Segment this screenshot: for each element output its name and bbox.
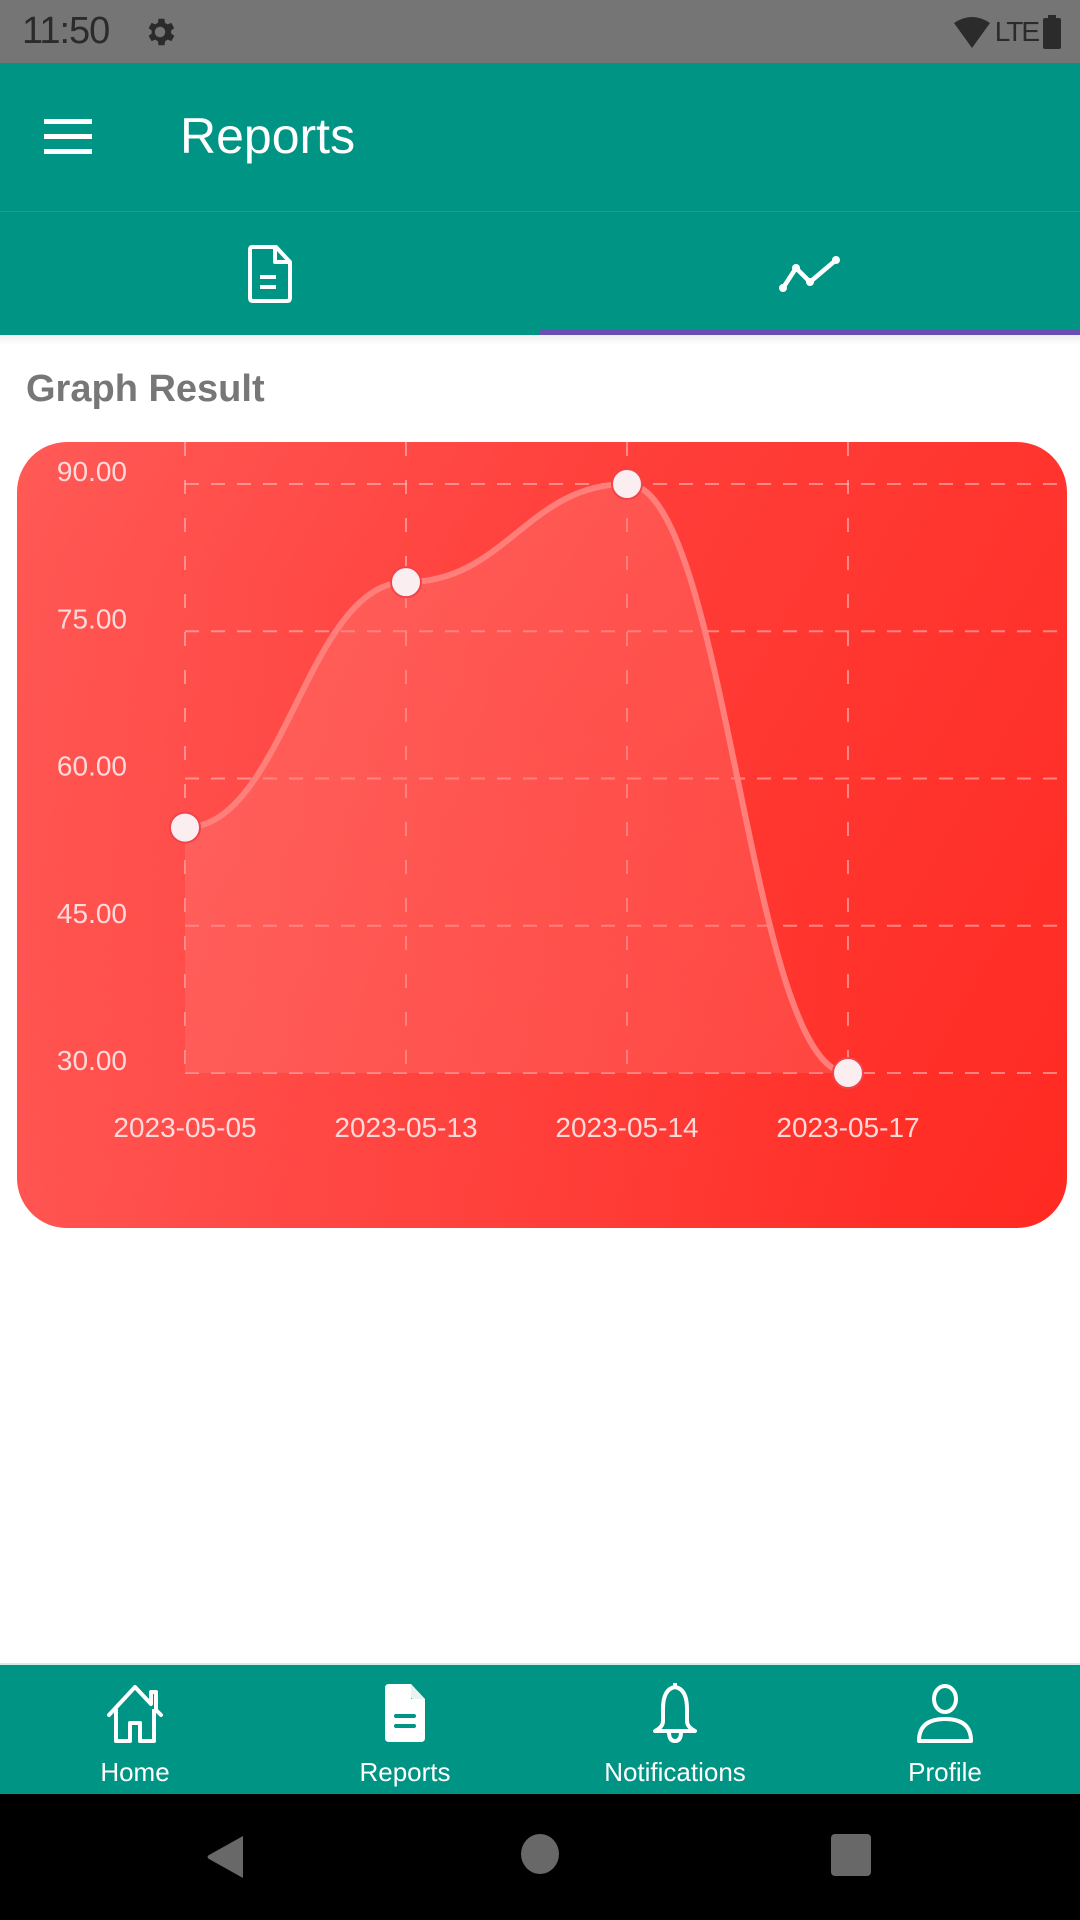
wifi-icon	[953, 17, 990, 48]
back-icon[interactable]	[205, 1834, 245, 1880]
network-type: LTE	[994, 16, 1040, 47]
data-point	[390, 566, 422, 599]
battery-icon	[1043, 15, 1061, 49]
report-icon	[385, 1684, 425, 1742]
x-tick-label: 2023-05-17	[776, 1112, 919, 1143]
nav-item-reports[interactable]: Reports	[270, 1665, 540, 1794]
bottom-nav: Home Reports Notifications Profile	[0, 1663, 1080, 1794]
tab-shadow	[0, 335, 1080, 345]
chart-card: 90.00 75.00 60.00 45.00 30.00 2023-05-05 2023…	[17, 442, 1067, 1228]
tab-document[interactable]	[0, 212, 540, 335]
settings-gear-icon	[148, 18, 175, 46]
person-icon	[917, 1684, 973, 1743]
y-tick-label: 45.00	[57, 898, 127, 929]
y-tick-label: 60.00	[57, 751, 127, 782]
x-tick-label: 2023-05-13	[334, 1112, 477, 1143]
nav-label: Notifications	[604, 1757, 746, 1787]
x-tick-label: 2023-05-14	[555, 1112, 698, 1143]
y-tick-label: 75.00	[57, 603, 127, 634]
system-nav-bar	[0, 1794, 1080, 1920]
status-bar: 11:50 LTE	[0, 0, 1080, 63]
nav-item-notifications[interactable]: Notifications	[540, 1665, 810, 1794]
x-tick-label: 2023-05-05	[113, 1112, 256, 1143]
menu-button[interactable]	[44, 119, 92, 155]
recents-icon[interactable]	[831, 1834, 871, 1876]
bell-icon	[653, 1683, 697, 1744]
data-point	[169, 811, 201, 844]
nav-label: Reports	[359, 1757, 451, 1787]
status-time: 11:50	[22, 10, 110, 52]
nav-item-home[interactable]: Home	[0, 1665, 270, 1794]
nav-item-profile[interactable]: Profile	[810, 1665, 1080, 1794]
data-point	[832, 1057, 864, 1089]
nav-label: Home	[100, 1757, 170, 1787]
nav-label: Profile	[908, 1757, 982, 1787]
status-icons: LTE	[953, 12, 1062, 52]
page-title: Reports	[180, 108, 356, 164]
hamburger-icon-line	[44, 119, 92, 124]
area-fill	[185, 484, 848, 1073]
tab-graph[interactable]	[540, 212, 1080, 335]
hamburger-icon-line	[44, 149, 92, 154]
line-chart-icon	[779, 255, 840, 292]
hamburger-icon-line	[44, 134, 92, 139]
app-bar: Reports	[0, 63, 1080, 211]
tab-bar	[0, 211, 1080, 335]
home-circle-icon[interactable]	[521, 1834, 559, 1874]
y-tick-label: 30.00	[57, 1045, 127, 1076]
y-tick-label: 90.00	[57, 456, 127, 487]
data-point	[611, 468, 643, 500]
document-icon	[248, 244, 292, 303]
home-icon	[107, 1685, 163, 1743]
section-title: Graph Result	[26, 368, 265, 410]
line-chart: 90.00 75.00 60.00 45.00 30.00 2023-05-05 2023…	[57, 442, 1067, 1143]
